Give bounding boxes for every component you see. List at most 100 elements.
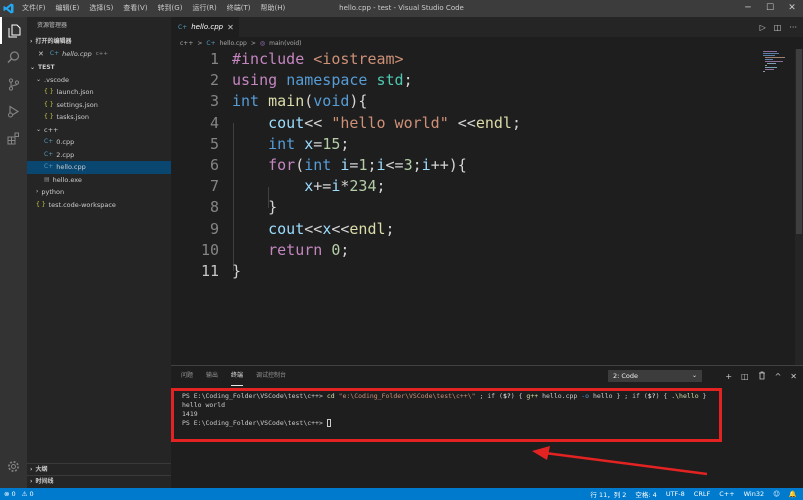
open-editor-item[interactable]: ✕ C+ hello.cpp c++: [27, 48, 171, 61]
split-editor-icon[interactable]: ◫: [774, 23, 782, 32]
close-window-button[interactable]: ✕: [781, 0, 803, 17]
code-token: <iostream>: [313, 50, 404, 68]
code-token: <<: [304, 113, 332, 132]
new-terminal-icon[interactable]: +: [725, 372, 732, 381]
cpp-file-icon: C+: [206, 39, 216, 47]
window-controls: ─ ☐ ✕: [737, 0, 803, 17]
json-file-icon: { }: [44, 113, 54, 120]
tree-folder[interactable]: › python: [27, 186, 171, 199]
tree-item-label: .vscode: [44, 75, 70, 84]
breadcrumb-folder[interactable]: c++: [180, 40, 193, 47]
tree-item-label: c++: [44, 125, 59, 134]
code-line: return 0;: [232, 240, 521, 261]
code-token: (: [304, 92, 314, 111]
minimap[interactable]: [763, 51, 793, 73]
language-mode[interactable]: C++: [719, 490, 734, 498]
tree-file[interactable]: { } settings.json: [27, 99, 171, 112]
chevron-right-icon: ›: [30, 38, 33, 45]
tree-file[interactable]: C+ hello.cpp: [27, 161, 171, 174]
extensions-icon[interactable]: [0, 125, 27, 152]
end-of-line[interactable]: CRLF: [694, 490, 710, 498]
code-token: ;: [412, 155, 422, 174]
tree-folder[interactable]: ⌄ .vscode: [27, 74, 171, 87]
code-token: int: [232, 92, 269, 111]
code-token: x: [322, 219, 332, 238]
minimize-button[interactable]: ─: [737, 0, 759, 17]
indentation[interactable]: 空格: 4: [635, 489, 656, 499]
notifications-bell-icon[interactable]: 🔔: [789, 490, 797, 498]
menu-file[interactable]: 文件(F): [17, 0, 51, 17]
breadcrumb-file[interactable]: hello.cpp: [220, 40, 247, 47]
close-tab-icon[interactable]: ✕: [227, 23, 234, 32]
breadcrumb-symbol[interactable]: main(void): [269, 40, 301, 47]
workspace-section[interactable]: ⌄ TEST: [27, 61, 171, 74]
code-token: endl: [475, 113, 512, 132]
close-panel-icon[interactable]: ✕: [790, 372, 797, 381]
search-icon[interactable]: [0, 44, 27, 71]
tree-file[interactable]: ▤ hello.exe: [27, 174, 171, 187]
settings-gear-icon[interactable]: [0, 453, 27, 480]
timeline-section[interactable]: › 时间线: [27, 475, 171, 488]
tree-item-label: tasks.json: [56, 113, 89, 121]
terminal-select[interactable]: 2: Code ⌄: [608, 370, 702, 382]
more-actions-icon[interactable]: ···: [789, 23, 797, 32]
code-token: ;: [340, 240, 350, 259]
tree-file[interactable]: { } launch.json: [27, 86, 171, 99]
tree-file[interactable]: C+ 2.cpp: [27, 149, 171, 162]
code-token: (: [295, 155, 305, 174]
tab-problems[interactable]: 问题: [181, 366, 193, 386]
close-editor-icon[interactable]: ✕: [38, 48, 44, 61]
tree-folder[interactable]: ⌄ c++: [27, 124, 171, 137]
cpp-file-icon: C+: [44, 138, 54, 145]
encoding[interactable]: UTF-8: [666, 490, 685, 498]
feedback-icon[interactable]: ☺: [773, 490, 780, 498]
cpp-file-icon: C+: [44, 150, 54, 158]
breadcrumb-separator: >: [197, 39, 203, 47]
source-control-icon[interactable]: [0, 71, 27, 98]
split-terminal-icon[interactable]: ◫: [741, 372, 749, 381]
tab-hello-cpp[interactable]: C+ hello.cpp ✕: [171, 17, 239, 37]
trash-icon[interactable]: [758, 371, 766, 382]
code-token: 234: [349, 177, 377, 196]
code-editor[interactable]: 1 2 3 4 5 6 7 8 9 10 11 #include <iostream> using n…: [171, 49, 803, 365]
vscode-logo-icon: [0, 0, 17, 17]
cpp-file-icon: C+: [178, 23, 188, 31]
code-line: int x=15;: [232, 134, 521, 155]
editor-actions: ▷ ◫ ···: [760, 17, 797, 37]
line-number-gutter: 1 2 3 4 5 6 7 8 9 10 11: [171, 49, 227, 282]
menu-selection[interactable]: 选择(S): [84, 0, 118, 17]
tree-file[interactable]: { } test.code-workspace: [27, 199, 171, 212]
errors-indicator[interactable]: ⊗ 0: [4, 490, 16, 498]
menu-help[interactable]: 帮助(H): [256, 0, 291, 17]
tree-file[interactable]: { } tasks.json: [27, 111, 171, 124]
open-editors-section[interactable]: › 打开的编辑器: [27, 35, 171, 48]
code-line: #include <iostream>: [232, 49, 521, 70]
warnings-indicator[interactable]: ⚠ 0: [22, 490, 34, 498]
tab-debug-console[interactable]: 调试控制台: [256, 366, 286, 386]
explorer-icon[interactable]: [0, 17, 27, 44]
menu-edit[interactable]: 编辑(E): [51, 0, 85, 17]
status-bar: ⊗ 0 ⚠ 0 行 11，列 2 空格: 4 UTF-8 CRLF C++ Wi…: [0, 488, 803, 500]
tree-file[interactable]: C+ 0.cpp: [27, 136, 171, 149]
code-token: 3: [403, 155, 413, 174]
tab-terminal[interactable]: 终端: [231, 366, 244, 386]
platform[interactable]: Win32: [744, 490, 764, 498]
menu-go[interactable]: 转到(G): [153, 0, 188, 17]
maximize-panel-icon[interactable]: ^: [775, 372, 782, 381]
code-token: return: [268, 240, 332, 259]
cursor-position[interactable]: 行 11，列 2: [590, 489, 626, 499]
maximize-button[interactable]: ☐: [759, 0, 781, 17]
menu-run[interactable]: 运行(R): [187, 0, 221, 17]
code-token: =: [313, 134, 323, 153]
open-editor-lang: c++: [95, 51, 108, 57]
function-symbol-icon: ◎: [259, 39, 266, 47]
tab-output[interactable]: 输出: [206, 366, 218, 386]
editor-scrollbar[interactable]: [795, 49, 803, 365]
code-token: ){: [349, 92, 368, 111]
run-icon[interactable]: ▷: [760, 23, 766, 32]
menu-view[interactable]: 查看(V): [118, 0, 152, 17]
run-debug-icon[interactable]: [0, 98, 27, 125]
menu-terminal[interactable]: 终端(T): [222, 0, 256, 17]
